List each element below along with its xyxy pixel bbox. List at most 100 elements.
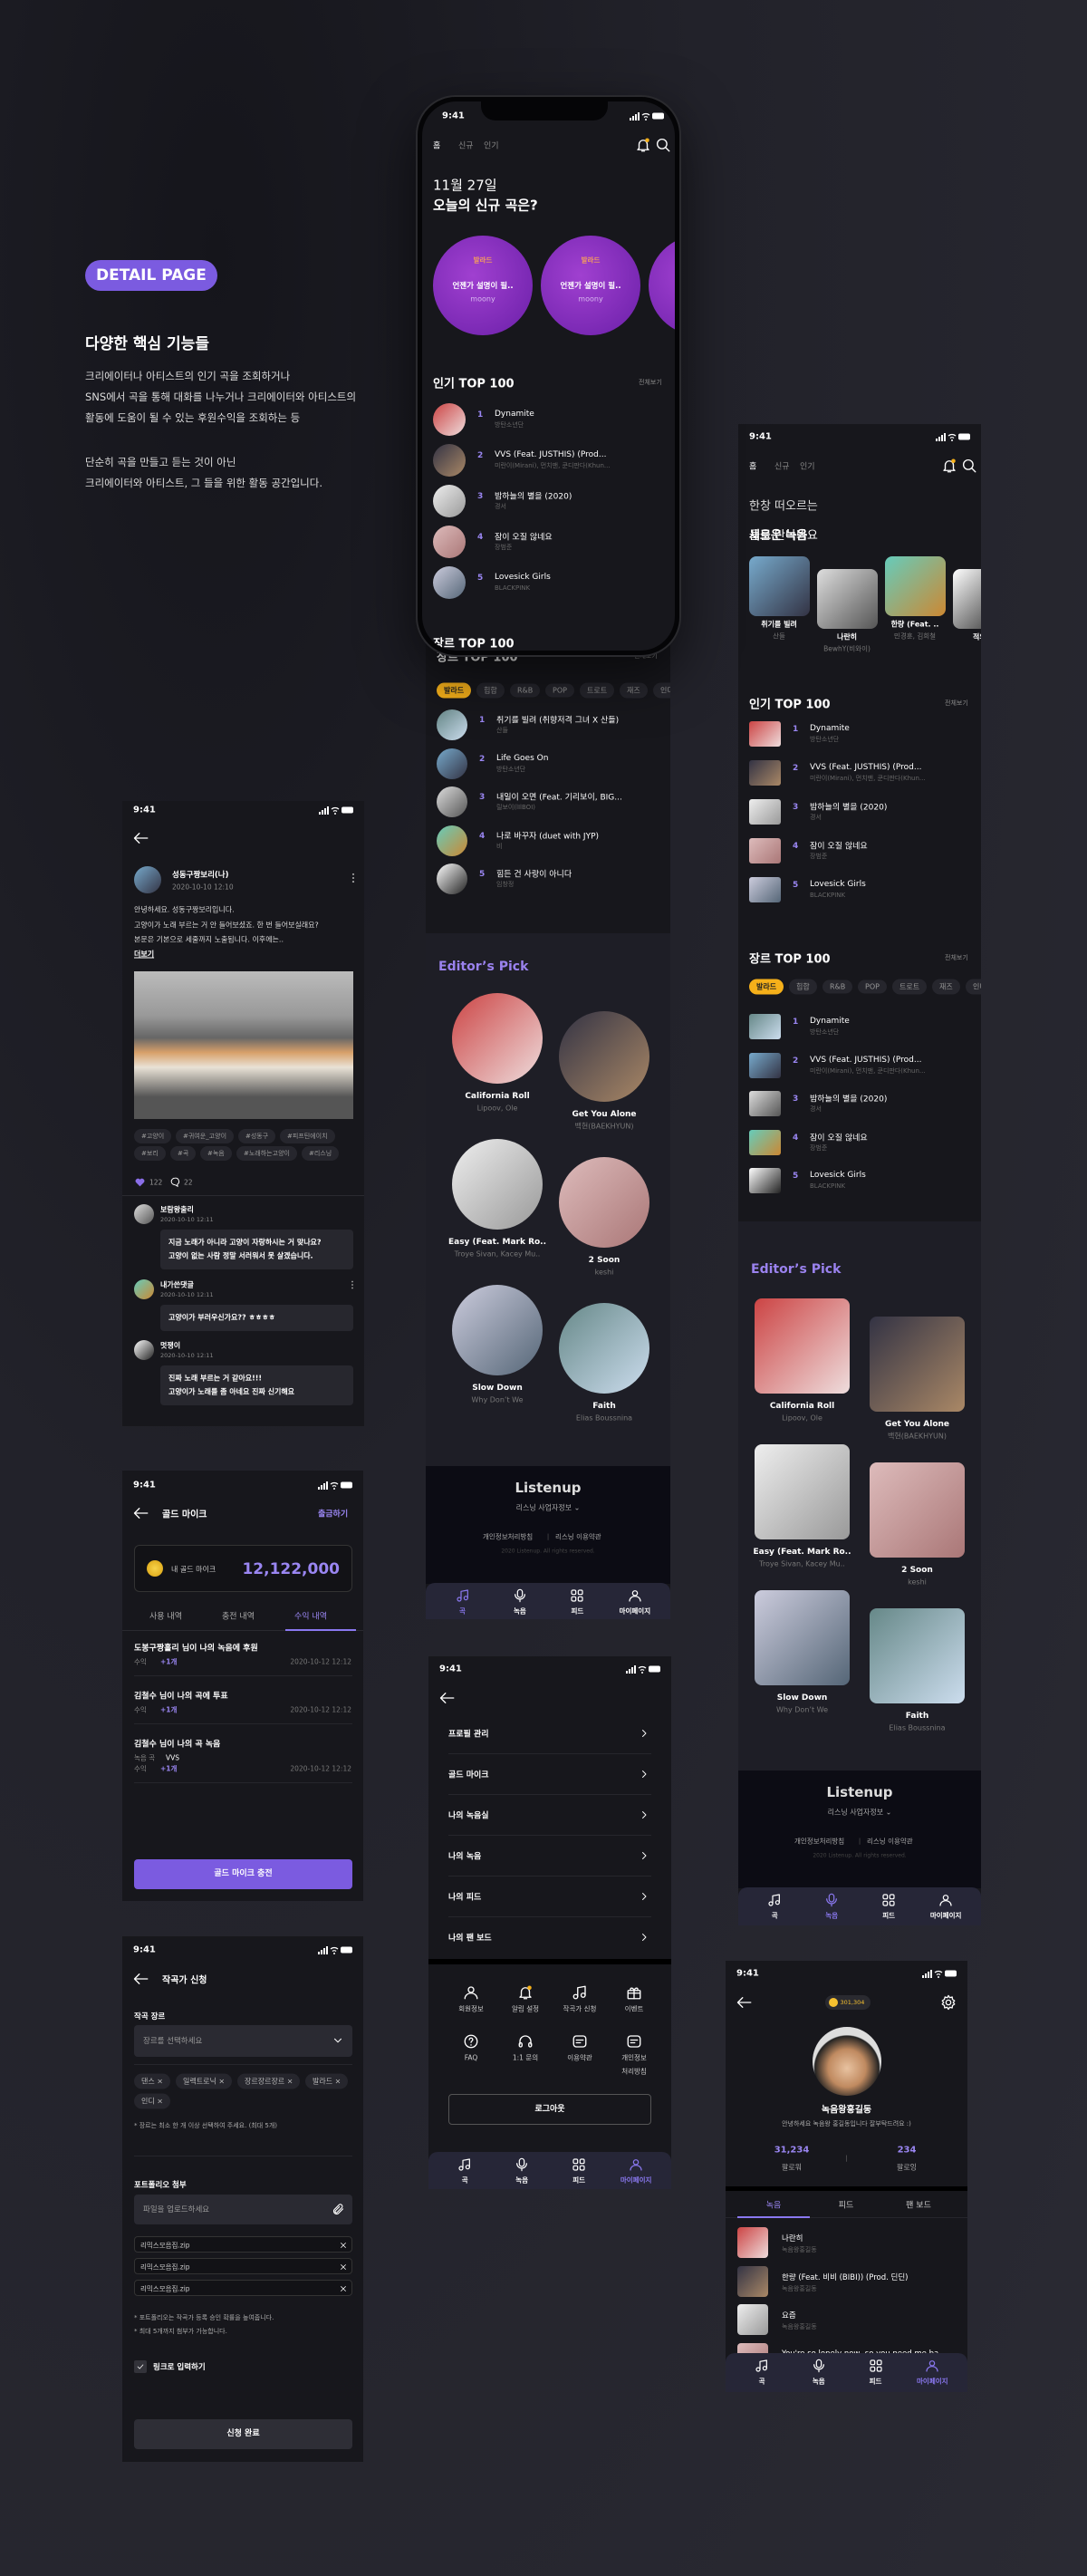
comment-icon[interactable]: [169, 1176, 181, 1188]
settings-gear-icon[interactable]: [940, 1994, 957, 2011]
editors-pick-cover[interactable]: [755, 1444, 850, 1539]
more-options-icon[interactable]: [347, 1279, 358, 1290]
privacy-link[interactable]: 개인정보처리방침: [794, 1837, 844, 1847]
recording-cover[interactable]: [737, 2227, 768, 2258]
genre-chip[interactable]: 트로트: [892, 979, 928, 995]
quick-menu-8[interactable]: 개인정보 처리방침: [609, 2033, 659, 2077]
editors-pick-cover[interactable]: [870, 1608, 965, 1703]
coin-balance-badge[interactable]: 301,304: [824, 1995, 871, 2010]
selected-genre-chip[interactable]: 인디 ×: [134, 2093, 170, 2109]
pick-title[interactable]: Slow Down: [777, 1693, 828, 1703]
genre-chip[interactable]: 힙합: [476, 682, 505, 699]
business-info-toggle[interactable]: 리스닝 사업자정보 ⌄: [516, 1503, 581, 1513]
more-link[interactable]: 더보기: [134, 950, 154, 960]
recording-title[interactable]: 나란히: [782, 2233, 803, 2243]
hashtag-chip[interactable]: #곡: [170, 1146, 197, 1161]
hashtag-chip[interactable]: #녹음: [200, 1146, 232, 1161]
back-arrow-icon[interactable]: [736, 1994, 753, 2011]
pick-title[interactable]: Get You Alone: [572, 1110, 636, 1119]
tab-new[interactable]: 신규: [458, 140, 474, 151]
recording-cover[interactable]: [737, 2265, 768, 2297]
song-row[interactable]: [433, 403, 614, 436]
menu-item[interactable]: 나의 녹음: [448, 1836, 651, 1876]
genre-chip[interactable]: 트로트: [580, 682, 615, 699]
recording-cover[interactable]: [737, 2304, 768, 2335]
rising-recording-cover[interactable]: [817, 569, 878, 629]
song-row[interactable]: [433, 566, 614, 599]
tab-popular[interactable]: 인기: [800, 460, 815, 472]
nav-record[interactable]: 녹음: [497, 1583, 543, 1619]
quick-menu-5[interactable]: FAQ: [446, 2033, 496, 2077]
back-arrow-icon[interactable]: [133, 1505, 149, 1521]
profile-tab[interactable]: 팬 보드: [906, 2199, 931, 2211]
quick-menu-1[interactable]: 회원정보: [446, 1984, 496, 2028]
nav-songs[interactable]: 곡: [739, 2353, 784, 2389]
followers-count[interactable]: 31,234: [774, 2146, 810, 2156]
editors-pick-cover[interactable]: [452, 1139, 543, 1230]
heart-icon[interactable]: [134, 1176, 146, 1188]
selected-genre-chip[interactable]: 장르장르장르 ×: [237, 2073, 301, 2089]
nav-mypage[interactable]: 마이페이지: [923, 1887, 968, 1924]
genre-chip[interactable]: POP: [858, 979, 887, 994]
editors-pick-cover[interactable]: [559, 1157, 649, 1248]
remove-file-icon[interactable]: [339, 2262, 348, 2272]
hashtag-chip[interactable]: #보리: [134, 1146, 166, 1161]
editors-pick-cover[interactable]: [755, 1590, 850, 1685]
see-all-link[interactable]: 전체보기: [639, 378, 662, 387]
tab-home[interactable]: 홈: [433, 140, 440, 151]
editors-pick-cover[interactable]: [755, 1298, 850, 1394]
profile-tab[interactable]: 녹음: [766, 2199, 782, 2211]
song-row[interactable]: [433, 444, 614, 477]
pick-title[interactable]: 2 Soon: [589, 1256, 620, 1265]
see-all-link[interactable]: 전체보기: [945, 953, 968, 962]
hashtag-chip[interactable]: #고양이: [134, 1129, 172, 1143]
notification-bell-icon[interactable]: [941, 458, 957, 474]
commenter-avatar[interactable]: [134, 1279, 154, 1299]
more-options-icon[interactable]: [347, 872, 360, 884]
menu-item[interactable]: 나의 녹음실: [448, 1795, 651, 1835]
tab-popular[interactable]: 인기: [484, 140, 499, 151]
pick-title[interactable]: California Roll: [770, 1402, 834, 1411]
following-count[interactable]: 234: [898, 2146, 917, 2156]
rising-title[interactable]: 나란히: [837, 632, 857, 642]
nav-record[interactable]: 녹음: [809, 1887, 854, 1924]
back-arrow-icon[interactable]: [133, 1971, 149, 1987]
menu-item[interactable]: 프로필 관리: [448, 1713, 651, 1753]
rising-title[interactable]: 적외선: [973, 632, 981, 642]
rising-title[interactable]: 취기를 빌려: [761, 620, 797, 630]
nav-feed[interactable]: 피드: [554, 1583, 600, 1619]
editors-pick-cover[interactable]: [559, 1011, 649, 1102]
pick-title[interactable]: California Roll: [465, 1092, 529, 1101]
genre-chip[interactable]: 인디: [653, 682, 670, 699]
pick-title[interactable]: Easy (Feat. Mark Ro..: [753, 1548, 851, 1557]
hashtag-chip[interactable]: #리스닝: [302, 1146, 340, 1161]
genre-chip[interactable]: 발라드: [749, 979, 784, 995]
pick-title[interactable]: Slow Down: [472, 1384, 523, 1393]
nav-mypage[interactable]: 마이페이지: [909, 2353, 955, 2389]
menu-item[interactable]: 나의 팬 보드: [448, 1917, 651, 1957]
nav-songs[interactable]: 곡: [440, 1583, 486, 1619]
editors-pick-cover[interactable]: [870, 1462, 965, 1558]
new-song-card[interactable]: 발라드 언젠가 설명이 필.. moony: [541, 236, 640, 335]
pick-title[interactable]: Easy (Feat. Mark Ro..: [448, 1238, 546, 1247]
pick-title[interactable]: 2 Soon: [901, 1566, 933, 1575]
genre-chip[interactable]: 재즈: [620, 682, 648, 699]
pick-title[interactable]: Faith: [592, 1402, 616, 1411]
genre-chip[interactable]: R&B: [510, 683, 541, 698]
selected-genre-chip[interactable]: 일렉트로닉 ×: [176, 2073, 233, 2089]
editors-pick-cover[interactable]: [452, 1285, 543, 1375]
genre-chip[interactable]: POP: [545, 683, 574, 698]
quick-menu-4[interactable]: 이벤트: [609, 1984, 659, 2028]
quick-menu-7[interactable]: 이용약관: [554, 2033, 605, 2077]
commenter-avatar[interactable]: [134, 1204, 154, 1224]
nav-record[interactable]: 녹음: [499, 2152, 544, 2188]
rising-title[interactable]: 한량 (Feat. ..: [891, 620, 939, 630]
search-icon[interactable]: [961, 458, 977, 474]
pick-title[interactable]: Get You Alone: [885, 1420, 949, 1429]
genre-select[interactable]: 장르를 선택하세요: [134, 2025, 352, 2057]
selected-genre-chip[interactable]: 발라드 ×: [305, 2073, 349, 2089]
history-tab[interactable]: 충전 내역: [222, 1610, 255, 1622]
editors-pick-cover[interactable]: [870, 1317, 965, 1412]
menu-item[interactable]: 나의 피드: [448, 1877, 651, 1916]
remove-file-icon[interactable]: [339, 2241, 348, 2250]
